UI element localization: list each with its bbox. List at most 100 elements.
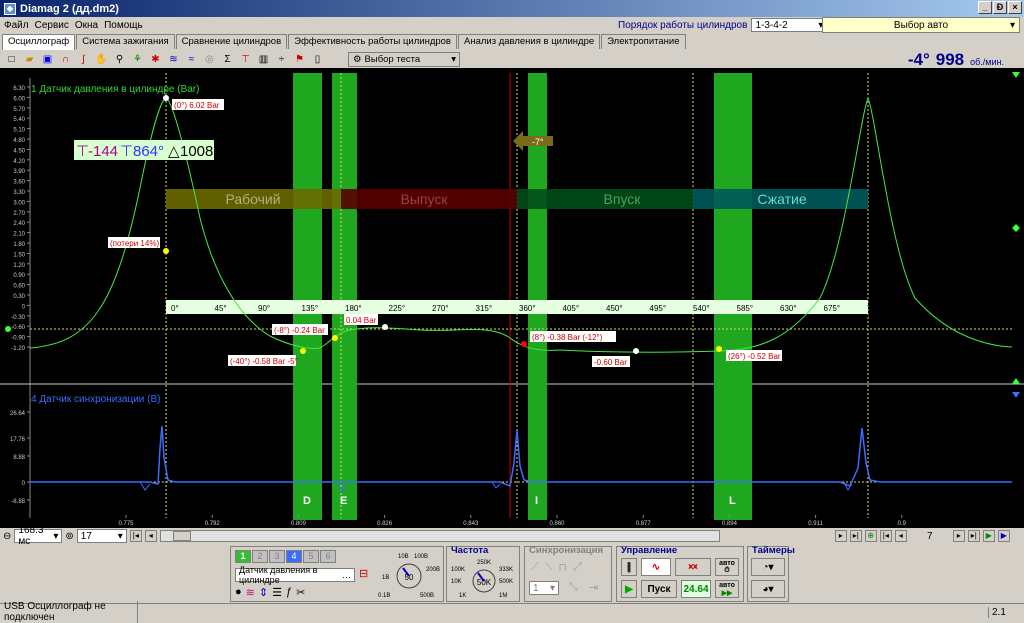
maximize-button[interactable]: Ð (993, 1, 1007, 14)
new-file-icon[interactable]: □ (4, 52, 19, 67)
wave-icon[interactable]: ≋ (166, 52, 181, 67)
cursor-a-icon[interactable]: ∩ (58, 52, 73, 67)
channel-4-button[interactable]: 4 (286, 550, 302, 563)
channel-2-button[interactable]: 2 (252, 550, 268, 563)
marker-icon[interactable]: ⊤ (238, 52, 253, 67)
sync-pulse-icon[interactable]: ⊓ (558, 561, 567, 574)
timer-1-button[interactable]: ◔▾ (751, 558, 785, 576)
sync-level-icon[interactable]: ⤡ (569, 581, 578, 594)
prev-icon[interactable]: ◂ (144, 530, 157, 542)
function-icon[interactable]: ƒ (286, 586, 292, 599)
menu-help[interactable]: Помощь (104, 20, 143, 31)
degree-scale (166, 300, 868, 314)
run2-icon[interactable]: ▶ (997, 530, 1010, 542)
sync-rise-icon[interactable]: ⟋ (531, 561, 539, 574)
open-folder-icon[interactable]: ▰ (22, 52, 37, 67)
auto-play-button[interactable]: авто ▶▶ (715, 580, 739, 598)
end-icon[interactable]: ▸| (967, 530, 980, 542)
tab-oscilloscope[interactable]: Осциллограф (2, 34, 76, 50)
x-tick: 0.843 (463, 521, 479, 527)
scroll-thumb[interactable] (172, 531, 191, 541)
degree-label: 180° (345, 304, 362, 313)
save-icon[interactable]: ▣ (40, 52, 55, 67)
add-icon[interactable]: ⊕ (864, 530, 877, 542)
tab-pressure-analysis[interactable]: Анализ давления в цилиндре (457, 34, 601, 49)
flag-icon[interactable]: ⚑ (292, 52, 307, 67)
timer-icon[interactable]: ◎ (202, 52, 217, 67)
auto-timer-button[interactable]: авто ⏱ (715, 558, 739, 576)
test-select[interactable]: ⚙ Выбор теста ▾ (348, 51, 460, 67)
sync-mode-icon[interactable]: ⇥ (589, 581, 598, 594)
next-icon[interactable]: ▸ (834, 530, 847, 542)
sync-channel-select[interactable]: 1 ▾ (529, 581, 559, 595)
probe-icon[interactable]: ● (235, 586, 242, 599)
last-icon[interactable]: |◂ (879, 530, 892, 542)
fwd-icon[interactable]: ▸ (952, 530, 965, 542)
close-button[interactable]: × (1008, 1, 1022, 14)
hand-icon[interactable]: ✋ (94, 52, 109, 67)
cursor-b-icon[interactable]: ∫ (76, 52, 91, 67)
channel-5-button[interactable]: 5 (303, 550, 319, 563)
top-y-tick: 1.20 (13, 263, 25, 269)
auto-select[interactable]: Выбор авто ▾ (822, 17, 1020, 33)
wave2-icon[interactable]: ≈ (184, 52, 199, 67)
lines-icon[interactable]: ☰ (272, 586, 282, 599)
first-icon[interactable]: |◂ (129, 530, 142, 542)
minimize-button[interactable]: _ (978, 1, 992, 14)
channel-select[interactable]: 17 ▾ (76, 529, 127, 543)
x-tick: 0.9 (898, 521, 907, 527)
bottom-y-tick: 8.88 (13, 455, 25, 461)
top-y-tick: 3.30 (13, 190, 25, 196)
voltage-knob[interactable]: 50 10В 100В 200В 500В 0.1В 1В (376, 549, 442, 601)
menu-file[interactable]: Файл (4, 20, 29, 31)
spectrum-icon[interactable]: ✱ (148, 52, 163, 67)
channel-1-button[interactable]: 1 (235, 550, 251, 563)
timebase-select[interactable]: 168.3 мс ▾ (14, 525, 63, 547)
start-button[interactable]: Пуск (641, 580, 677, 598)
sync-fall-icon[interactable]: ⟍ (545, 561, 553, 574)
oscilloscope-area[interactable]: 6.30 6.00 5.70 5.40 5.10 4.80 4.50 4.20 3.90 3.60… (0, 68, 1024, 528)
window-title: Diamag 2 (дд.dm2) (20, 2, 119, 15)
divide-icon[interactable]: ÷ (274, 52, 289, 67)
invert-icon[interactable]: ⇕ (259, 586, 268, 599)
sine-wave-button[interactable]: ∿ (641, 558, 671, 576)
frequency-knob[interactable]: 50K 250K 100K 333K 10K 500K 1K 1M (449, 555, 519, 601)
measure-delta: 1008 (180, 143, 213, 160)
back-icon[interactable]: ◂ (894, 530, 907, 542)
sensor-select[interactable]: Датчик давления в цилиндре… (235, 565, 355, 585)
tab-power-supply[interactable]: Электропитание (601, 34, 686, 49)
svg-text:100K: 100K (451, 567, 465, 573)
right-top-marker-icon[interactable] (1012, 72, 1020, 78)
tab-cylinder-compare[interactable]: Сравнение цилиндров (175, 34, 288, 49)
zoom-minus-icon[interactable]: ⊖ (3, 531, 11, 542)
timer-2-button[interactable]: ◕▾ (751, 580, 785, 598)
grid-icon[interactable]: ▥ (256, 52, 271, 67)
multi-wave-button[interactable]: ⩙⩙ (675, 558, 711, 576)
cylinder-order-select[interactable]: 1-3-4-2 ▾ (751, 18, 828, 32)
wave-type-icon[interactable]: ≋ (246, 586, 255, 599)
menu-windows[interactable]: Окна (75, 20, 98, 31)
run-icon[interactable]: ▶ (982, 530, 995, 542)
save-channel-icon[interactable]: ⊟ (359, 567, 368, 580)
power-icon[interactable]: Σ (220, 52, 235, 67)
tab-cylinder-efficiency[interactable]: Эффективность работы цилиндров (288, 34, 457, 49)
right-divider-marker-icon[interactable] (1012, 378, 1020, 384)
menu-service[interactable]: Сервис (35, 20, 69, 31)
left-zero-marker-icon[interactable] (5, 326, 11, 332)
x-tick: 0.911 (808, 521, 823, 527)
play-icon[interactable]: ▸| (849, 530, 862, 542)
right-mid-marker-icon[interactable] (1012, 224, 1020, 232)
pause-button[interactable]: ∥ (621, 558, 637, 576)
zoom-icon[interactable]: ⚲ (112, 52, 127, 67)
right-sync-marker-icon[interactable] (1012, 392, 1020, 398)
play-button[interactable]: ▶ (621, 580, 637, 598)
page-icon[interactable]: ▯ (310, 52, 325, 67)
value-display: 24.64 (681, 580, 711, 598)
tab-ignition[interactable]: Система зажигания (76, 34, 175, 49)
scroll-track[interactable] (159, 530, 720, 542)
filter-icon[interactable]: ⚘ (130, 52, 145, 67)
tools-icon[interactable]: ✂ (296, 586, 305, 599)
channel-6-button[interactable]: 6 (320, 550, 336, 563)
sync-auto-icon[interactable]: ⤢ (573, 561, 582, 574)
channel-3-button[interactable]: 3 (269, 550, 285, 563)
